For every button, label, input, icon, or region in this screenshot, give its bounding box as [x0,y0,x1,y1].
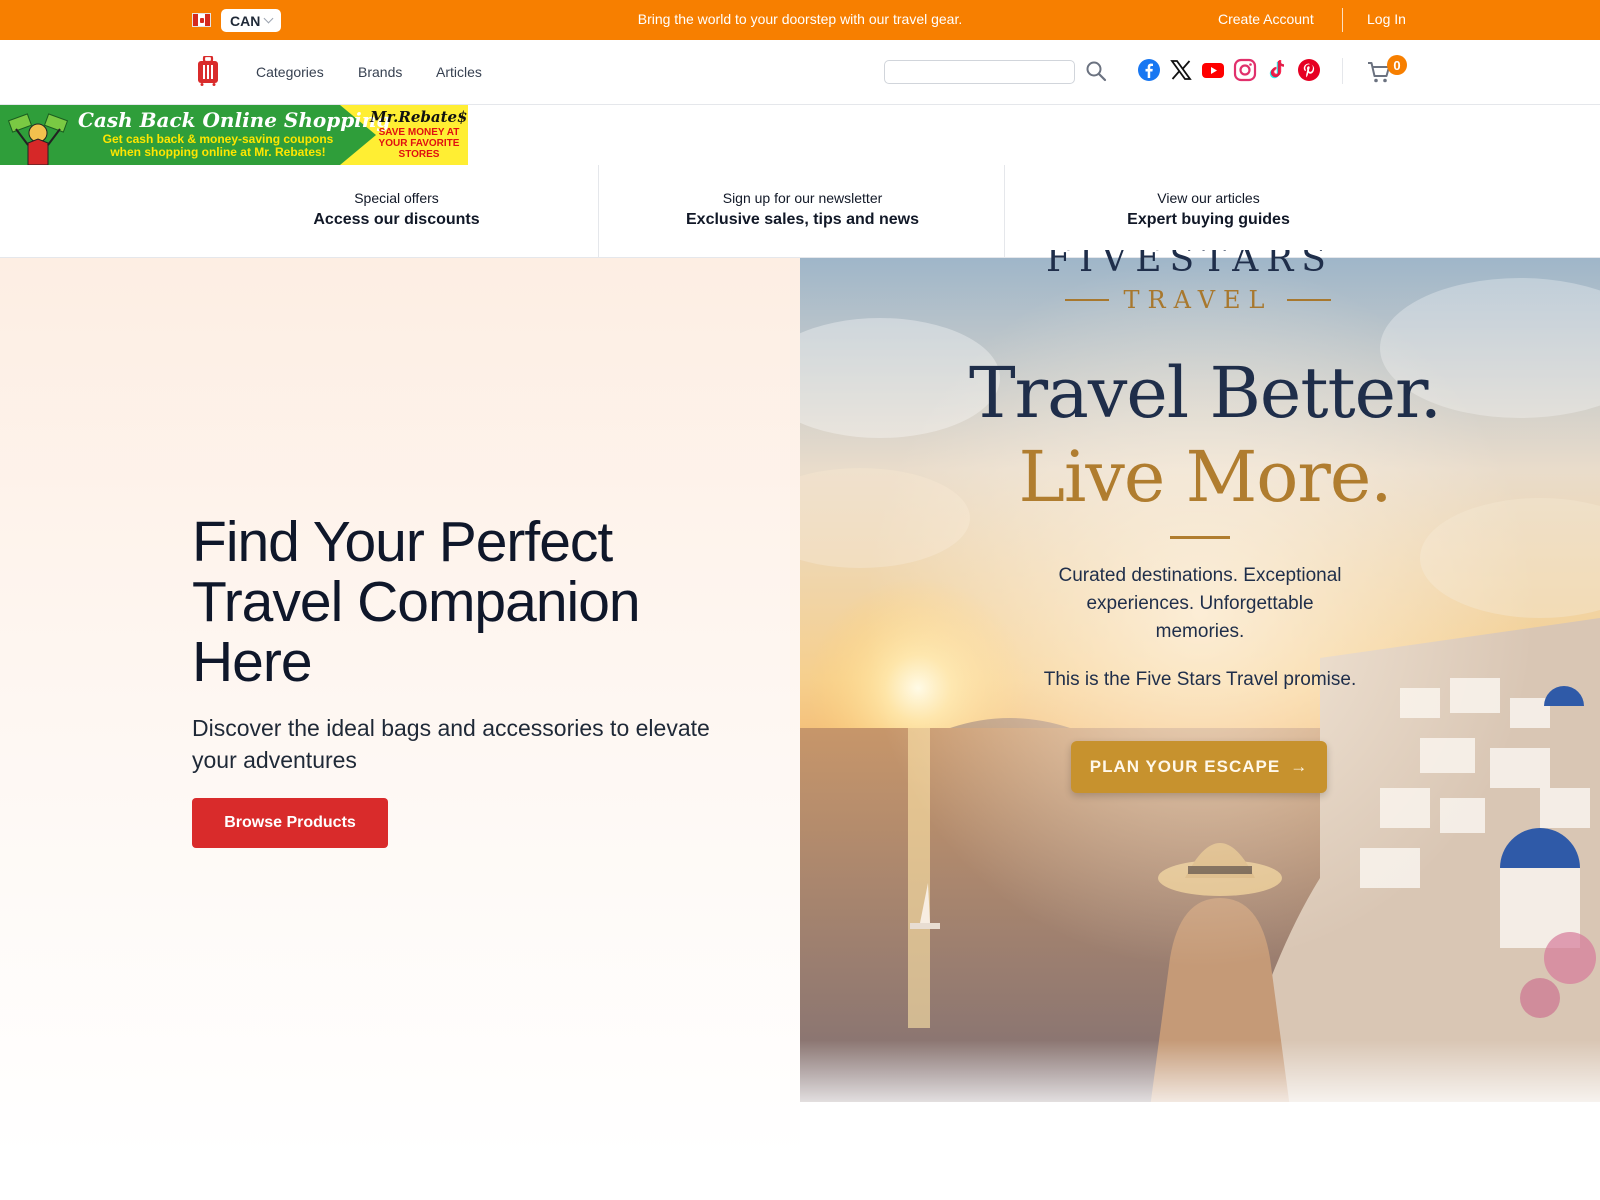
divider [1170,536,1230,539]
instagram-icon[interactable] [1233,58,1257,82]
login-link[interactable]: Log In [1367,11,1406,27]
feature-title: Expert buying guides [1127,211,1290,228]
search-icon[interactable] [1084,59,1108,83]
ad-brand: Mr.Rebate$ [370,108,468,126]
hero-subtitle: Discover the ideal bags and accessories … [192,715,710,773]
arrow-right-icon: → [1290,757,1309,776]
create-account-link[interactable]: Create Account [1218,11,1314,27]
feature-newsletter[interactable]: Sign up for our newsletter Exclusive sal… [599,165,1006,258]
country-label: CAN [230,12,261,29]
divider [1342,8,1343,32]
ad-brand-tagline: SAVE MONEY AT YOUR FAVORITE STORES [378,127,460,160]
pinterest-icon[interactable] [1297,58,1321,82]
hero-section [0,258,800,1160]
canada-flag-icon [192,13,211,27]
ad-title: Cash Back Online Shopping [78,108,391,132]
nav-brands[interactable]: Brands [358,64,402,80]
feature-title: Exclusive sales, tips and news [686,211,919,228]
cta-label: PLAN YOUR ESCAPE [1089,757,1281,776]
ad-logo: FIVESTARS [1046,250,1334,278]
youtube-icon[interactable] [1201,58,1225,82]
cashback-ad-banner[interactable]: Cash Back Online Shopping Get cash back … [0,105,468,165]
chevron-down-icon [263,13,274,24]
feature-kicker: Sign up for our newsletter [722,190,883,206]
search-input[interactable] [884,60,1075,84]
mascot-icon [7,113,69,165]
main-navbar: Categories Brands Articles 0 [0,40,1600,105]
feature-title: Access our discounts [313,211,480,228]
announcement-bar: CAN Bring the world to your doorstep wit… [0,0,1600,40]
divider [1342,58,1343,84]
feature-kicker: View our articles [1157,190,1260,206]
nav-articles[interactable]: Articles [436,64,482,80]
promo-text: Bring the world to your doorstep with ou… [637,11,963,27]
tiktok-icon[interactable] [1265,58,1289,82]
ad-logo-sub: TRAVEL [1052,286,1344,314]
country-selector[interactable]: CAN [221,9,281,32]
facebook-icon[interactable] [1137,58,1161,82]
ad-headline-1: Travel Better. [968,352,1442,434]
ad-copy: Curated destinations. Exceptional experi… [1058,565,1342,642]
feature-kicker: Special offers [354,190,439,206]
x-icon[interactable] [1169,58,1193,82]
plan-your-escape-button[interactable]: PLAN YOUR ESCAPE → [1071,741,1327,793]
hero-title: Find Your Perfect Travel Companion Here [192,510,641,694]
feature-special-offers[interactable]: Special offers Access our discounts [193,165,600,258]
ad-copy-promise: This is the Five Stars Travel promise. [1043,669,1357,690]
ad-headline-2: Live More. [1018,436,1392,518]
cart-count-badge[interactable]: 0 [1387,55,1407,75]
nav-categories[interactable]: Categories [256,64,324,80]
browse-products-button[interactable]: Browse Products [192,798,388,848]
image-fade [800,1040,1600,1120]
ad-subtitle: Get cash back & money-saving coupons whe… [102,132,334,159]
ad-logo-sub-text: TRAVEL [1123,286,1273,314]
feature-articles[interactable]: View our articles Expert buying guides [1005,165,1412,258]
luggage-logo-icon[interactable] [197,56,219,86]
